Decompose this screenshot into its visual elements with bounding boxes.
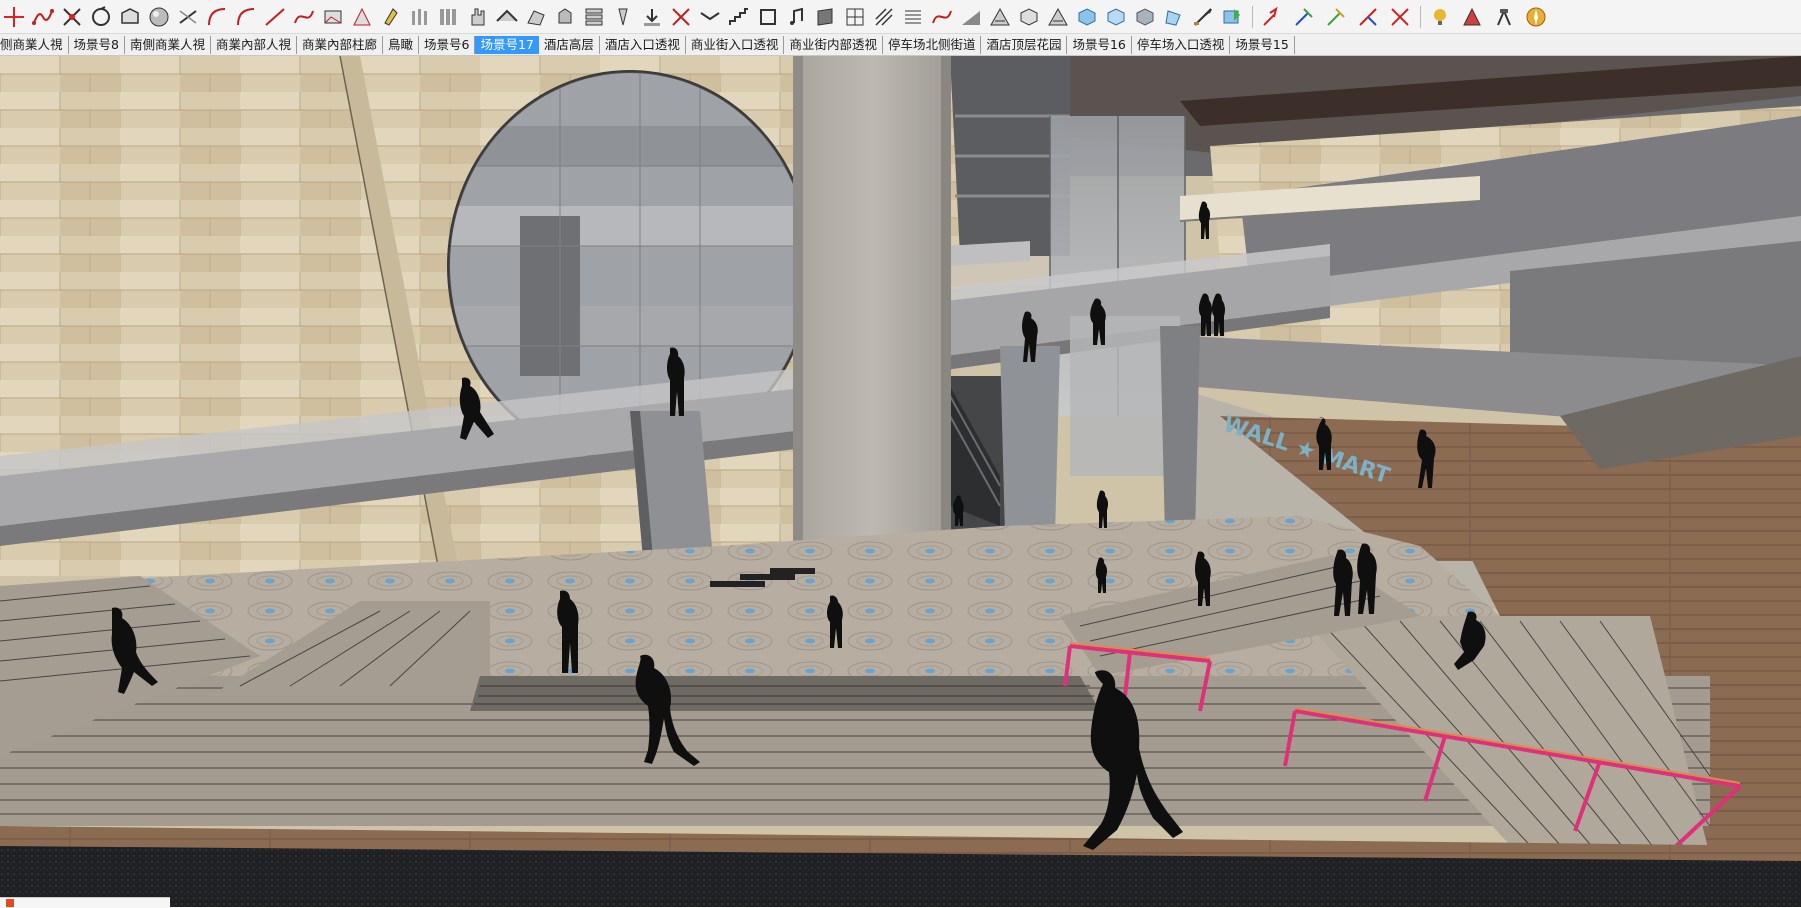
cube-back-icon[interactable]	[1102, 3, 1130, 31]
stack-icon[interactable]	[580, 3, 608, 31]
scene-tabs-bar: 侧商業人視 场景号8 南側商業人視 商業內部人視 商業內部柱廊 鳥瞰 场景号6 场景号17 酒店…	[0, 34, 1801, 56]
shape-icon[interactable]	[1160, 3, 1188, 31]
paint-tool-icon[interactable]	[1458, 3, 1486, 31]
scene-tab[interactable]: 酒店高层	[539, 35, 600, 54]
curve-icon[interactable]	[290, 3, 318, 31]
scene-render: WALL ★ MART	[0, 56, 1801, 907]
freehand-curve-icon[interactable]	[29, 3, 57, 31]
offset-icon[interactable]	[116, 3, 144, 31]
line-icon[interactable]	[261, 3, 289, 31]
scene-tab[interactable]: 侧商業人視	[0, 35, 69, 54]
arrow-green-icon[interactable]	[1322, 3, 1350, 31]
main-toolbar	[0, 0, 1801, 34]
cube-front-icon[interactable]	[1073, 3, 1101, 31]
wall-icon[interactable]	[812, 3, 840, 31]
scene-tab[interactable]: 鳥瞰	[383, 35, 420, 54]
pin-icon[interactable]	[609, 3, 637, 31]
axis-multi-icon[interactable]	[1386, 3, 1414, 31]
fold-icon[interactable]	[696, 3, 724, 31]
arrow-red-icon[interactable]	[1258, 3, 1286, 31]
section-icon[interactable]	[348, 3, 376, 31]
model-viewport[interactable]: WALL ★ MART	[0, 56, 1801, 907]
scene-tab[interactable]: 商業內部人視	[211, 35, 297, 54]
status-indicator-icon	[6, 899, 14, 907]
compass-icon[interactable]	[1522, 3, 1550, 31]
scene-tab[interactable]: 商业街入口透视	[686, 35, 785, 54]
scene-tab[interactable]: 场景号6	[419, 35, 476, 54]
scene-tab[interactable]: 场景号8	[69, 35, 125, 54]
arc-icon[interactable]	[203, 3, 231, 31]
toolbar-separator	[1252, 6, 1253, 28]
scene-tab[interactable]: 停车场北侧街道	[883, 35, 982, 54]
box-icon[interactable]	[1015, 3, 1043, 31]
curve-icon[interactable]	[928, 3, 956, 31]
axis-red-icon[interactable]	[1354, 3, 1382, 31]
toolbar-separator	[1420, 6, 1421, 28]
hatch-icon[interactable]	[986, 3, 1014, 31]
extrude-icon[interactable]	[551, 3, 579, 31]
surface-icon[interactable]	[522, 3, 550, 31]
scene-tab[interactable]: 场景号17	[475, 35, 539, 54]
rotate-icon[interactable]	[87, 3, 115, 31]
columns-icon[interactable]	[406, 3, 434, 31]
pattern-icon[interactable]	[870, 3, 898, 31]
scene-tab[interactable]: 南側商業人視	[125, 35, 211, 54]
scene-tab[interactable]: 酒店入口透视	[600, 35, 686, 54]
scene-tab[interactable]: 停车场入口透视	[1132, 35, 1231, 54]
move-icon[interactable]	[0, 3, 28, 31]
scene-tab[interactable]: 场景号16	[1067, 35, 1132, 54]
roof-icon[interactable]	[493, 3, 521, 31]
export-icon[interactable]	[1218, 3, 1246, 31]
push-icon[interactable]	[638, 3, 666, 31]
brush-icon[interactable]	[1490, 3, 1518, 31]
slope-icon[interactable]	[957, 3, 985, 31]
paint-icon[interactable]	[377, 3, 405, 31]
grid-icon[interactable]	[841, 3, 869, 31]
frame-icon[interactable]	[754, 3, 782, 31]
scene-tab[interactable]: 场景号15	[1230, 35, 1295, 54]
arc-icon[interactable]	[232, 3, 260, 31]
scene-tab[interactable]: 商业街内部透视	[784, 35, 883, 54]
status-bar-corner	[0, 897, 170, 908]
lines-icon[interactable]	[899, 3, 927, 31]
sword-icon[interactable]	[1189, 3, 1217, 31]
hand-icon[interactable]	[464, 3, 492, 31]
music-icon[interactable]	[783, 3, 811, 31]
arrow-blue-icon[interactable]	[1290, 3, 1318, 31]
cube-solid-icon[interactable]	[1131, 3, 1159, 31]
array-icon[interactable]	[435, 3, 463, 31]
tool-bulb-icon[interactable]	[1426, 3, 1454, 31]
stair-icon[interactable]	[725, 3, 753, 31]
profile-icon[interactable]	[319, 3, 347, 31]
scene-tab[interactable]: 酒店顶层花园	[981, 35, 1068, 54]
sphere-icon[interactable]	[145, 3, 173, 31]
erase-icon[interactable]	[58, 3, 86, 31]
scene-tab[interactable]: 商業內部柱廊	[297, 35, 384, 54]
cross-icon[interactable]	[667, 3, 695, 31]
hatch-icon[interactable]	[1044, 3, 1072, 31]
follow-me-icon[interactable]	[174, 3, 202, 31]
